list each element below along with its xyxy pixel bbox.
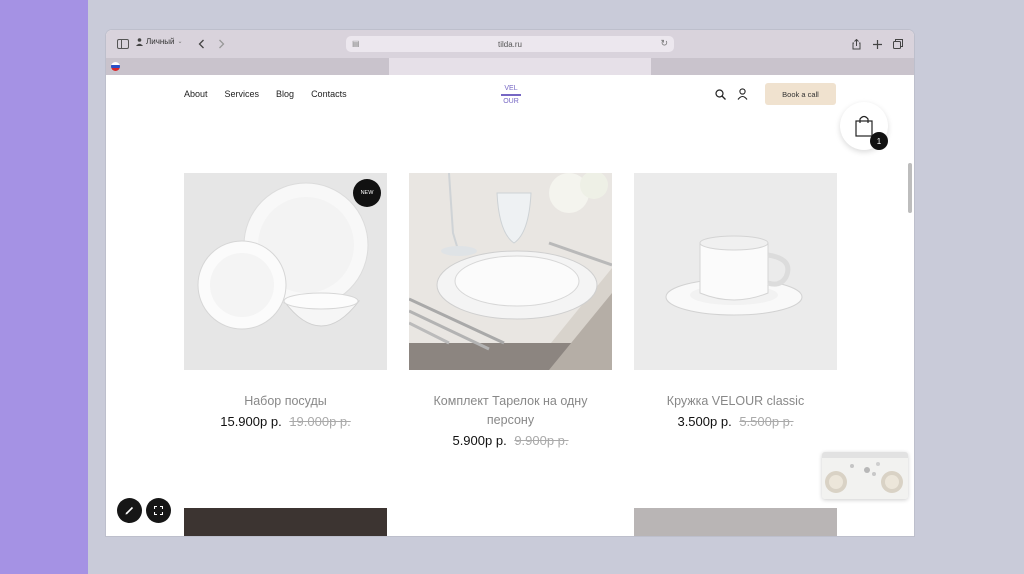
- nav-contacts[interactable]: Contacts: [311, 89, 347, 99]
- old-price: 19.000р р.: [289, 414, 351, 429]
- site-logo[interactable]: VEL OUR: [501, 84, 521, 106]
- product-image-partial[interactable]: [184, 508, 387, 536]
- page-settings-icon[interactable]: ▤: [352, 39, 361, 49]
- floating-preview-window[interactable]: [822, 452, 908, 499]
- tabs-overview-icon: [893, 39, 903, 49]
- product-card[interactable]: Комплект Тарелок на одну персону 5.900р …: [409, 173, 612, 448]
- browser-window: Личный ⌄ ▤ tilda.ru ↻ About Services Blo…: [106, 30, 914, 536]
- tab-first[interactable]: [106, 58, 389, 75]
- logo-divider: [501, 94, 521, 96]
- tab-strip: [106, 58, 914, 75]
- share-icon: [852, 38, 860, 49]
- logo-bottom-text: OUR: [503, 98, 519, 105]
- old-price: 5.500р р.: [739, 414, 794, 429]
- tab-second[interactable]: [651, 58, 914, 75]
- product-price: 5.900р р. 9.900р р.: [409, 433, 612, 448]
- search-icon[interactable]: [715, 89, 726, 100]
- profile-menu[interactable]: Личный ⌄: [136, 37, 183, 46]
- nav-blog[interactable]: Blog: [276, 89, 294, 99]
- sidebar-icon: [117, 39, 129, 49]
- shopping-bag-icon: [855, 115, 873, 137]
- person-icon: [136, 37, 143, 46]
- product-image[interactable]: [634, 173, 837, 370]
- product-price: 15.900р р. 19.000р р.: [184, 414, 387, 429]
- new-tab-button[interactable]: [871, 36, 883, 52]
- pencil-icon: [125, 506, 134, 515]
- site-nav: About Services Blog Contacts: [184, 89, 347, 99]
- profile-label: Личный: [146, 37, 175, 46]
- logo-top-text: VEL: [504, 85, 518, 92]
- book-call-button[interactable]: Book a call: [765, 83, 836, 105]
- current-price: 5.900р р.: [452, 433, 507, 448]
- product-image[interactable]: NEW: [184, 173, 387, 370]
- edit-button[interactable]: [117, 498, 142, 523]
- tab-overview-button[interactable]: [892, 36, 904, 52]
- chevron-right-icon: [218, 39, 224, 49]
- product-name[interactable]: Набор посуды: [184, 392, 387, 411]
- reload-icon[interactable]: ↻: [660, 38, 668, 49]
- user-icon[interactable]: [737, 88, 748, 100]
- browser-toolbar: Личный ⌄ ▤ tilda.ru ↻: [106, 30, 914, 58]
- product-name[interactable]: Комплект Тарелок на одну персону: [409, 392, 612, 430]
- address-bar[interactable]: ▤ tilda.ru ↻: [346, 36, 674, 52]
- back-button[interactable]: [195, 36, 207, 52]
- plus-icon: [872, 39, 882, 49]
- product-price: 3.500р р. 5.500р р.: [634, 414, 837, 429]
- url-text: tilda.ru: [497, 39, 522, 49]
- new-badge: NEW: [353, 179, 381, 207]
- scrollbar[interactable]: [908, 163, 912, 213]
- background-left-band: [0, 0, 88, 574]
- nav-services[interactable]: Services: [225, 89, 260, 99]
- preview-thumbnail: [822, 452, 908, 499]
- table-setting-illustration: [409, 173, 612, 370]
- product-card[interactable]: Кружка VELOUR classic 3.500р р. 5.500р р…: [634, 173, 837, 429]
- product-image-partial[interactable]: [634, 508, 837, 536]
- sidebar-toggle-button[interactable]: [116, 36, 130, 52]
- fullscreen-icon: [154, 506, 163, 515]
- share-button[interactable]: [850, 36, 862, 52]
- fullscreen-button[interactable]: [146, 498, 171, 523]
- current-price: 3.500р р.: [677, 414, 732, 429]
- current-price: 15.900р р.: [220, 414, 282, 429]
- web-page: About Services Blog Contacts VEL OUR Boo…: [106, 75, 914, 536]
- product-name[interactable]: Кружка VELOUR classic: [634, 392, 837, 411]
- nav-about[interactable]: About: [184, 89, 208, 99]
- chevron-down-icon: ⌄: [177, 39, 183, 45]
- russian-flag-icon: [111, 62, 120, 71]
- old-price: 9.900р р.: [514, 433, 569, 448]
- cup-and-saucer-illustration: [634, 173, 837, 370]
- forward-button[interactable]: [215, 36, 227, 52]
- product-image[interactable]: [409, 173, 612, 370]
- chevron-left-icon: [198, 39, 204, 49]
- cart-count-badge: 1: [870, 132, 888, 150]
- product-card[interactable]: NEW Набор посуды 15.900р р. 19.000р р.: [184, 173, 387, 429]
